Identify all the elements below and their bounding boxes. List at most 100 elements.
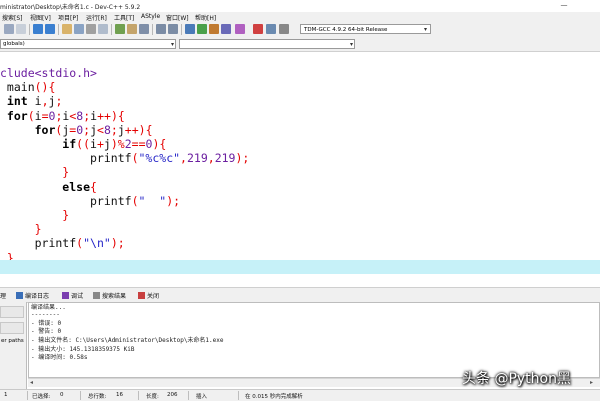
shorten-paths-label: er paths [1,338,24,344]
code-token: { [48,80,56,95]
new-project-icon[interactable] [115,24,125,34]
code-token: if [0,137,77,151]
print-icon[interactable] [16,24,26,34]
code-editor[interactable]: clude<stdio.h> main(){ int i,j; for(i=0;… [0,52,600,284]
project-options-icon[interactable] [139,24,149,34]
code-token: clude [0,66,35,80]
code-token: i [34,108,42,123]
code-token: 2 [124,137,132,151]
menu-window[interactable]: 窗口[W] [166,13,189,22]
status-selected: 0 [60,392,64,398]
code-line[interactable]: printf("\n"); [0,236,125,250]
minimize-button[interactable]: — [557,1,571,10]
tab-close[interactable]: 关闭 [138,291,159,300]
close-file-icon[interactable] [4,24,14,34]
tab-debug[interactable]: 调试 [62,291,83,300]
code-token: for [0,108,28,123]
code-line[interactable]: } [0,165,69,179]
delete-profile-icon[interactable] [279,24,289,34]
code-line[interactable]: clude<stdio.h> [0,66,97,80]
code-token: ) [110,137,118,151]
code-line[interactable]: printf("%c%c",219,219); [0,151,249,165]
menu-tools[interactable]: 工具[T] [114,13,134,22]
code-line[interactable]: else{ [0,180,97,194]
scroll-left-icon[interactable]: ◂ [30,379,33,387]
goto-line-icon[interactable] [86,24,96,34]
code-token: ( [27,108,35,123]
debug-check-icon [62,292,69,299]
log-line: 编译结果... [31,304,66,311]
menu-view[interactable]: 视图[V] [30,13,51,22]
code-line[interactable]: for(j=0;j<8;j++){ [0,123,153,137]
code-token: ) [110,108,118,123]
replace-icon[interactable] [74,24,84,34]
rebuild-icon[interactable] [221,24,231,34]
menu-search[interactable]: 搜索[S] [2,13,23,22]
code-token: ++ [124,122,139,137]
redo-icon[interactable] [45,24,55,34]
scope-select[interactable]: globals) ▾ [0,39,176,49]
bottom-panel-tabs: 理 编译日志 调试 搜索结果 关闭 [0,287,600,303]
tab-search-results[interactable]: 搜索结果 [93,291,126,300]
code-token: = [41,108,49,123]
code-token: % [117,137,125,151]
code-line[interactable]: printf(" "); [0,194,180,208]
compile-icon[interactable] [185,24,195,34]
debug-check-icon[interactable] [235,24,245,34]
log-line: -------- [31,311,60,318]
code-token: ( [131,151,139,166]
log-line: - 编译时间: 0.58s [31,354,88,361]
code-token: for [0,122,56,137]
code-token: + [96,137,104,151]
code-token: ); [235,151,250,166]
code-token: ++ [97,108,111,123]
code-token: ( [131,193,139,208]
find-next-icon[interactable] [98,24,108,34]
indent-icon[interactable] [156,24,166,34]
code-token: () [34,80,49,95]
code-token: main [0,80,35,95]
code-line[interactable]: } [0,222,42,236]
tab-compiler[interactable]: 理 [0,291,6,300]
close-icon [138,292,145,299]
menu-run[interactable]: 运行[R] [86,13,107,22]
status-selected-label: 已选择: [32,394,51,400]
status-mode: 插入 [196,394,208,400]
menu-project[interactable]: 项目[P] [58,13,78,22]
member-select[interactable]: ▾ [179,39,355,49]
menu-astyle[interactable]: AStyle [141,13,160,20]
profile-icon[interactable] [266,24,276,34]
code-line[interactable]: for(i=0;i<8;i++){ [0,109,125,123]
code-token: < [97,122,104,137]
stop-execution-icon[interactable] [253,24,263,34]
code-token: printf [0,236,77,251]
compiler-side-panel: er paths [0,302,27,390]
status-length: 206 [167,392,178,398]
unindent-icon[interactable] [168,24,178,34]
watermark: 头条 @Python黑 [462,371,571,387]
menu-help[interactable]: 帮助[H] [195,13,216,22]
current-line-highlight [0,260,600,274]
abort-compilation-button[interactable] [0,306,24,318]
side-button[interactable] [0,322,24,334]
menu-bar: 搜索[S] 视图[V] 项目[P] 运行[R] 工具[T] AStyle 窗口[… [0,12,600,22]
code-line[interactable]: } [0,208,69,222]
search-icon[interactable] [62,24,72,34]
code-line[interactable]: if((i+j)%2==0){ [0,137,166,151]
tab-compile-log[interactable]: 编译日志 [16,291,49,300]
scroll-right-icon[interactable]: ▸ [590,379,593,387]
code-token: j [117,122,125,137]
undo-icon[interactable] [33,24,43,34]
code-line[interactable]: main(){ [0,80,56,95]
code-line[interactable]: int i,j; [0,94,62,108]
code-token: { [90,179,97,194]
code-token: j [103,137,111,151]
code-token: ); [110,236,125,251]
run-icon[interactable] [197,24,207,34]
compile-log-output[interactable]: 编译结果... -------- - 错误: 0 - 警告: 0 - 输出文件名… [28,302,600,378]
compile-run-icon[interactable] [209,24,219,34]
compiler-select[interactable]: TDM-GCC 4.9.2 64-bit Release ▾ [300,24,431,34]
add-file-icon[interactable] [127,24,137,34]
code-token: ; [110,122,118,137]
code-token: ); [166,193,181,208]
